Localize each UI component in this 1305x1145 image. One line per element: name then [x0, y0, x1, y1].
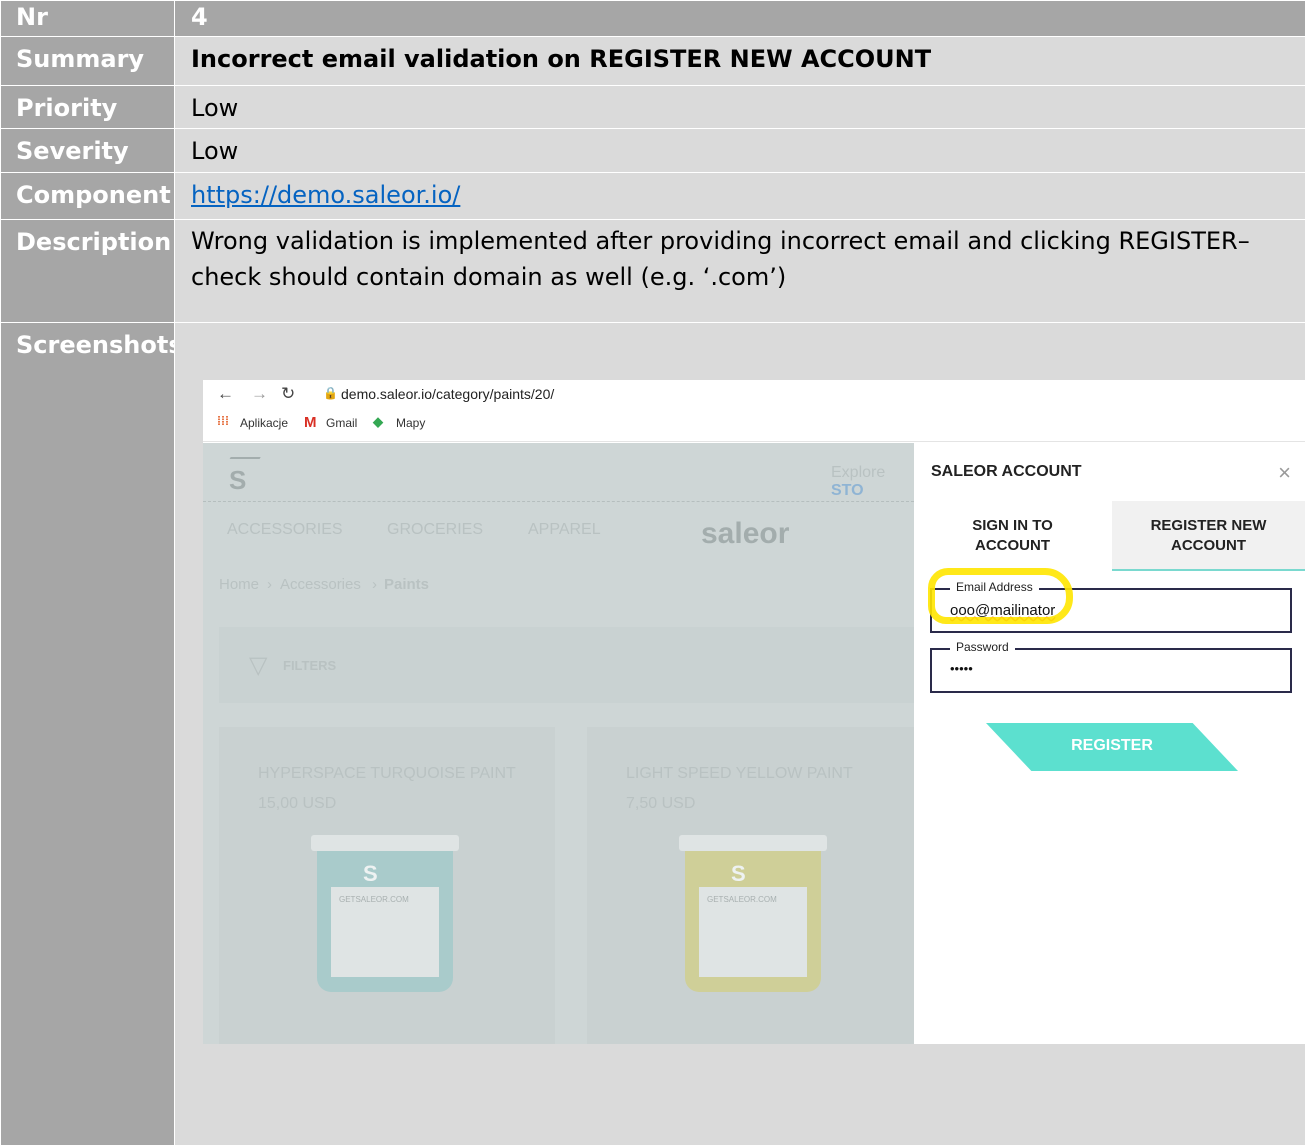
apps-grid-icon: ⁞⁞⁞ [217, 414, 229, 428]
product-price: 7,50 USD [626, 795, 696, 812]
row-severity: Severity Low [0, 128, 1305, 173]
paint-bucket-image: S GETSALEOR.COM [679, 835, 827, 992]
label-summary: Summary [0, 36, 175, 86]
row-component: Component https://demo.saleor.io/ [0, 172, 1305, 220]
bookmark-gmail[interactable]: Gmail [326, 416, 357, 430]
password-value: ••••• [950, 661, 973, 676]
bookmark-maps[interactable]: Mapy [396, 416, 425, 430]
value-description: Wrong validation is implemented after pr… [174, 219, 1305, 323]
product-card[interactable]: LIGHT SPEED YELLOW PAINT 7,50 USD S GETS… [587, 727, 914, 1044]
maps-pin-icon: ◆ [373, 414, 383, 429]
description-line-2: check should contain domain as well (e.g… [191, 263, 787, 291]
bucket-lid [679, 835, 827, 851]
product-price: 15,00 USD [258, 795, 337, 812]
password-field[interactable]: Password ••••• [930, 640, 1292, 693]
value-component: https://demo.saleor.io/ [174, 172, 1305, 220]
bucket-label: GETSALEOR.COM [699, 887, 807, 977]
bookmark-apps[interactable]: Aplikacje [240, 416, 288, 430]
bucket-label: GETSALEOR.COM [331, 887, 439, 977]
bucket-brand: GETSALEOR.COM [707, 895, 777, 904]
bucket-logo-icon: S [363, 861, 378, 886]
breadcrumb-home[interactable]: Home [219, 576, 259, 593]
tab-register-label: REGISTER NEW ACCOUNT [1150, 517, 1267, 554]
funnel-icon[interactable]: ▽ [249, 651, 267, 680]
address-bar[interactable]: demo.saleor.io/category/paints/20/ [341, 386, 554, 402]
password-label: Password [950, 640, 1015, 654]
product-name: LIGHT SPEED YELLOW PAINT [626, 765, 853, 782]
nav-accessories[interactable]: ACCESSORIES [227, 521, 343, 539]
yellow-highlight-annotation [928, 568, 1073, 624]
value-nr: 4 [174, 0, 1305, 37]
bucket-logo-icon: S [731, 861, 746, 886]
back-arrow-icon[interactable]: ← [217, 384, 234, 404]
lock-icon: 🔒 [323, 386, 338, 400]
breadcrumb-paints: Paints [384, 576, 430, 593]
nav-groceries[interactable]: GROCERIES [387, 521, 483, 539]
nav-apparel[interactable]: APPAREL [528, 521, 601, 539]
breadcrumb-separator: › [267, 576, 272, 593]
breadcrumb-accessories[interactable]: Accessories [280, 576, 361, 593]
logo-mark-icon [227, 457, 261, 463]
value-severity: Low [174, 128, 1305, 173]
product-card[interactable]: HYPERSPACE TURQUOISE PAINT 15,00 USD S G… [219, 727, 555, 1044]
saleor-logo: saleor [701, 517, 790, 550]
close-icon[interactable]: × [1278, 460, 1291, 486]
bucket-lid [311, 835, 459, 851]
embedded-screenshot: ← → ↻ 🔒 demo.saleor.io/category/paints/2… [203, 380, 1305, 1044]
saleor-storefront: S Explore STO ACCESSORIES GROCERIES APPA… [203, 443, 914, 1044]
tab-sign-in-label: SIGN IN TO ACCOUNT [972, 517, 1053, 554]
value-priority: Low [174, 85, 1305, 129]
row-description: Description Wrong validation is implemen… [0, 219, 1305, 323]
row-nr: Nr 4 [0, 0, 1305, 37]
gmail-icon: M [304, 414, 317, 431]
reload-icon[interactable]: ↻ [281, 384, 295, 404]
row-priority: Priority Low [0, 85, 1305, 129]
paint-bucket-image: S GETSALEOR.COM [311, 835, 459, 992]
forward-arrow-icon[interactable]: → [251, 384, 268, 404]
header-divider [203, 501, 914, 502]
description-line-1: Wrong validation is implemented after pr… [191, 227, 1250, 255]
breadcrumb-separator: › [372, 576, 377, 593]
tab-sign-in[interactable]: SIGN IN TO ACCOUNT [914, 501, 1111, 571]
label-description: Description [0, 219, 175, 323]
row-summary: Summary Incorrect email validation on RE… [0, 36, 1305, 86]
register-button-label: REGISTER [1071, 737, 1153, 754]
label-nr: Nr [0, 0, 175, 37]
tab-register[interactable]: REGISTER NEW ACCOUNT [1112, 501, 1305, 571]
store-logo-icon[interactable]: S [229, 465, 246, 496]
explore-text: Explore STO [831, 464, 886, 499]
product-name: HYPERSPACE TURQUOISE PAINT [258, 765, 516, 782]
value-summary: Incorrect email validation on REGISTER N… [174, 36, 1305, 86]
bucket-brand: GETSALEOR.COM [339, 895, 409, 904]
filter-bar: ▽ FILTERS [219, 627, 914, 703]
label-severity: Severity [0, 128, 175, 173]
component-link[interactable]: https://demo.saleor.io/ [191, 181, 460, 209]
label-priority: Priority [0, 85, 175, 129]
register-button[interactable]: REGISTER [986, 723, 1238, 771]
panel-title: SALEOR ACCOUNT [931, 463, 1082, 480]
filters-button[interactable]: FILTERS [283, 658, 336, 673]
account-panel: SALEOR ACCOUNT × SIGN IN TO ACCOUNT REGI… [914, 443, 1305, 1044]
label-component: Component [0, 172, 175, 220]
browser-toolbar: ← → ↻ 🔒 demo.saleor.io/category/paints/2… [203, 380, 1305, 442]
label-screenshots: Screenshots [0, 322, 183, 1145]
